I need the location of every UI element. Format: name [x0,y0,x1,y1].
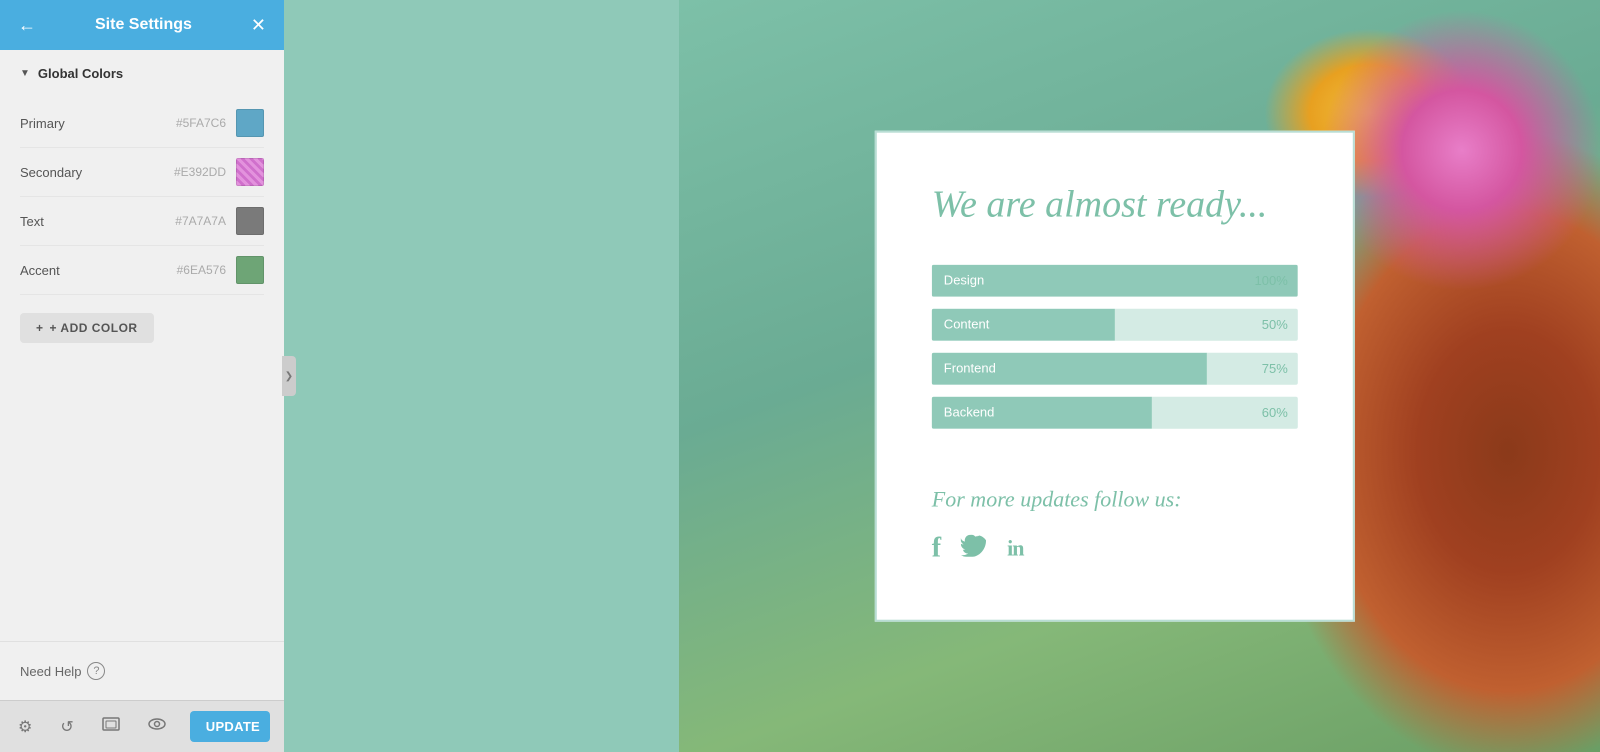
sidebar: ← Site Settings ✕ ▼ Global Colors Primar… [0,0,284,752]
color-row-secondary: Secondary #E392DD [20,148,264,197]
facebook-icon[interactable]: f [932,532,941,564]
update-main-button[interactable]: UPDATE [190,711,270,742]
color-row-primary: Primary #5FA7C6 [20,99,264,148]
add-color-button[interactable]: + + ADD COLOR [20,313,154,343]
card-title: We are almost ready... [932,183,1268,229]
progress-pct-backend: 60% [1262,405,1288,420]
progress-item-content: Content 50% [932,308,1298,340]
sidebar-title: Site Settings [95,16,192,34]
update-button-group: UPDATE ▾ [190,711,270,742]
follow-text: For more updates follow us: [932,486,1182,512]
progress-label-frontend: Frontend [944,361,996,376]
linkedin-icon[interactable]: in [1007,535,1023,561]
global-colors-heading[interactable]: ▼ Global Colors [20,66,264,81]
responsive-button[interactable] [98,713,124,740]
secondary-hex: #E392DD [174,165,226,179]
primary-swatch[interactable] [236,109,264,137]
chevron-down-icon: ▼ [20,68,30,79]
progress-label-design: Design [944,273,984,288]
sidebar-footer: ⚙ ↺ UPDATE ▾ [0,700,284,752]
sidebar-header: ← Site Settings ✕ [0,0,284,50]
primary-hex: #5FA7C6 [176,116,226,130]
follow-section: For more updates follow us: f in [932,486,1298,564]
twitter-icon[interactable] [961,533,987,564]
plus-icon: + [36,321,44,335]
help-label: Need Help [20,664,81,679]
color-row-text: Text #7A7A7A [20,197,264,246]
text-swatch[interactable] [236,207,264,235]
sidebar-collapse-handle[interactable]: ❯ [282,356,296,396]
progress-item-backend: Backend 60% [932,396,1298,428]
main-canvas: We are almost ready... Design 100% Conte… [284,0,1600,752]
progress-pct-frontend: 75% [1262,361,1288,376]
need-help-section[interactable]: Need Help ? [0,641,284,700]
social-icons: f in [932,532,1024,564]
global-colors-section: ▼ Global Colors Primary #5FA7C6 Secondar… [0,50,284,359]
sidebar-content: ▼ Global Colors Primary #5FA7C6 Secondar… [0,50,284,641]
secondary-swatch[interactable] [236,158,264,186]
accent-label: Accent [20,263,177,278]
progress-pct-design: 100% [1255,273,1288,288]
accent-swatch[interactable] [236,256,264,284]
global-colors-label: Global Colors [38,66,123,81]
history-button[interactable]: ↺ [56,713,77,741]
progress-item-design: Design 100% [932,264,1298,296]
text-hex: #7A7A7A [175,214,226,228]
primary-label: Primary [20,116,176,131]
accent-hex: #6EA576 [177,263,226,277]
help-icon: ? [87,662,105,680]
progress-item-frontend: Frontend 75% [932,352,1298,384]
secondary-label: Secondary [20,165,174,180]
close-button[interactable]: ✕ [247,11,270,40]
back-button[interactable]: ← [14,11,40,40]
progress-pct-content: 50% [1262,317,1288,332]
preview-button[interactable] [144,713,170,740]
progress-section: Design 100% Content 50% Frontend [932,264,1298,440]
content-card: We are almost ready... Design 100% Conte… [875,131,1355,622]
settings-button[interactable]: ⚙ [14,713,36,741]
color-row-accent: Accent #6EA576 [20,246,264,295]
progress-label-content: Content [944,317,990,332]
text-label: Text [20,214,175,229]
add-color-label: + ADD COLOR [50,321,138,335]
progress-label-backend: Backend [944,405,995,420]
